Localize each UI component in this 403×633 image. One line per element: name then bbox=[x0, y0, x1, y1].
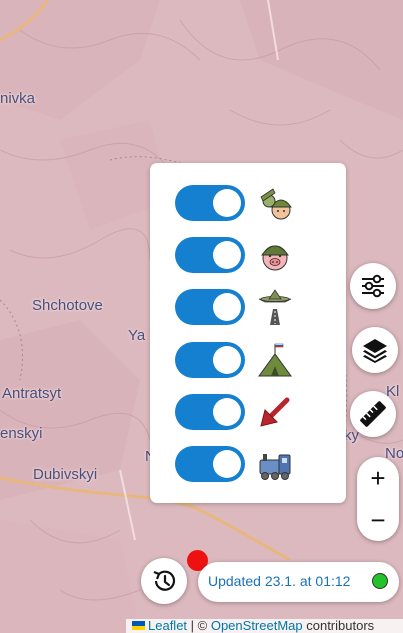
layer-row-soldiers bbox=[175, 183, 315, 223]
attribution-contributors: contributors bbox=[302, 619, 375, 633]
toggle-soldiers[interactable] bbox=[175, 185, 245, 221]
layer-filter-panel bbox=[150, 163, 346, 503]
status-pill[interactable]: Updated 23.1. at 01:12 bbox=[198, 562, 399, 602]
toggle-knob bbox=[213, 293, 241, 321]
layer-row-attack bbox=[175, 392, 315, 432]
place-label: Ya bbox=[128, 327, 146, 344]
toggle-knob bbox=[213, 450, 241, 478]
history-icon bbox=[153, 570, 176, 591]
layer-row-pig-soldier bbox=[175, 235, 315, 275]
toggle-knob bbox=[213, 346, 241, 374]
layer-row-airfield bbox=[175, 287, 315, 327]
toggle-camp[interactable] bbox=[175, 342, 245, 378]
history-button[interactable] bbox=[141, 558, 187, 604]
ruler-button[interactable] bbox=[350, 391, 396, 437]
red-arrow-icon bbox=[260, 397, 290, 427]
zoom-in-button[interactable]: + bbox=[357, 457, 399, 499]
toggle-knob bbox=[213, 189, 241, 217]
map-attribution: Leaflet | © OpenStreetMap contributors bbox=[126, 619, 403, 633]
layer-row-train bbox=[175, 444, 315, 484]
osm-link[interactable]: OpenStreetMap bbox=[211, 619, 303, 633]
place-label: Antratsyt bbox=[2, 385, 62, 402]
ruler-icon bbox=[360, 401, 386, 427]
layers-button[interactable] bbox=[352, 327, 398, 373]
airplane-runway-icon bbox=[258, 289, 292, 325]
leaflet-link[interactable]: Leaflet bbox=[148, 619, 187, 633]
sliders-icon bbox=[362, 274, 384, 298]
layers-icon bbox=[363, 339, 387, 363]
military-tent-icon bbox=[258, 343, 292, 377]
attribution-separator: | © bbox=[187, 619, 211, 633]
status-indicator bbox=[372, 573, 388, 589]
filter-button[interactable] bbox=[350, 263, 396, 309]
train-icon bbox=[259, 454, 291, 480]
toggle-train[interactable] bbox=[175, 446, 245, 482]
pig-soldier-icon bbox=[261, 245, 289, 271]
layer-row-camp bbox=[175, 340, 315, 380]
soldiers-icon bbox=[260, 188, 292, 220]
toggle-attack[interactable] bbox=[175, 394, 245, 430]
place-label: Shchotove bbox=[32, 297, 103, 314]
toggle-knob bbox=[213, 398, 241, 426]
place-label: Dubivskyi bbox=[33, 466, 98, 483]
place-label: enskyi bbox=[0, 425, 43, 442]
zoom-out-button[interactable]: − bbox=[357, 499, 399, 541]
toggle-knob bbox=[213, 241, 241, 269]
toggle-airfield[interactable] bbox=[175, 289, 245, 325]
place-label: nivka bbox=[0, 90, 36, 107]
ukraine-flag-icon bbox=[132, 621, 145, 630]
zoom-control: + − bbox=[357, 457, 399, 541]
status-text: Updated 23.1. at 01:12 bbox=[208, 573, 351, 589]
toggle-pig-soldier[interactable] bbox=[175, 237, 245, 273]
